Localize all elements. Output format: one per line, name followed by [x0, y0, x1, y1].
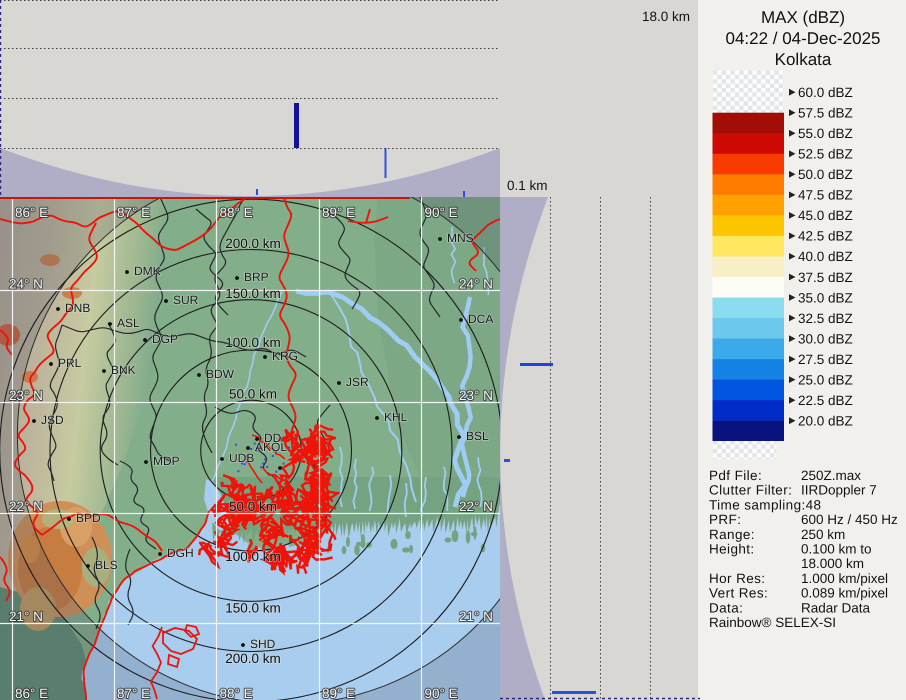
svg-text:Vert Res:: Vert Res:: [709, 586, 768, 601]
svg-text:23° N: 23° N: [459, 388, 493, 403]
svg-text:18.0 km: 18.0 km: [642, 9, 690, 24]
svg-text:SHD: SHD: [250, 637, 276, 651]
svg-text:DNB: DNB: [65, 301, 90, 315]
svg-text:88° E: 88° E: [220, 205, 253, 220]
svg-text:22.5 dBZ: 22.5 dBZ: [798, 393, 853, 408]
svg-text:47.5 dBZ: 47.5 dBZ: [798, 188, 853, 203]
svg-text:24° N: 24° N: [459, 277, 493, 292]
svg-text:PRF:: PRF:: [709, 512, 741, 527]
svg-text:89° E: 89° E: [322, 686, 355, 700]
svg-text:04:22 / 04-Dec-2025: 04:22 / 04-Dec-2025: [726, 29, 881, 48]
svg-text:88° E: 88° E: [220, 686, 253, 700]
svg-text:86° E: 86° E: [15, 686, 48, 700]
svg-text:24° N: 24° N: [9, 277, 43, 292]
svg-text:60.0 dBZ: 60.0 dBZ: [798, 85, 853, 100]
svg-text:Radar Data: Radar Data: [801, 600, 871, 615]
svg-text:ASL: ASL: [117, 316, 140, 330]
svg-text:100.0 km: 100.0 km: [225, 549, 281, 564]
svg-text:22° N: 22° N: [459, 499, 493, 514]
svg-text:45.0 dBZ: 45.0 dBZ: [798, 208, 853, 223]
svg-text:100.0 km: 100.0 km: [225, 335, 281, 350]
svg-text:600 Hz / 450 Hz: 600 Hz / 450 Hz: [801, 512, 898, 527]
svg-text:20.0 dBZ: 20.0 dBZ: [798, 414, 853, 429]
svg-text:KHL: KHL: [384, 410, 408, 424]
svg-text:200.0 km: 200.0 km: [225, 651, 281, 666]
svg-text:23° N: 23° N: [9, 388, 43, 403]
svg-text:90° E: 90° E: [425, 205, 458, 220]
svg-text:BLS: BLS: [95, 558, 118, 572]
svg-text:21° N: 21° N: [459, 609, 493, 624]
svg-text:PRL: PRL: [58, 356, 82, 370]
svg-text:Time sampling:48: Time sampling:48: [709, 497, 821, 512]
svg-text:0.089 km/pixel: 0.089 km/pixel: [801, 586, 888, 601]
svg-text:Rainbow® SELEX-SI: Rainbow® SELEX-SI: [709, 615, 836, 630]
svg-text:52.5 dBZ: 52.5 dBZ: [798, 147, 853, 162]
svg-text:KRG: KRG: [272, 349, 298, 363]
svg-text:87° E: 87° E: [117, 686, 150, 700]
svg-text:200.0 km: 200.0 km: [225, 236, 281, 251]
svg-text:18.000 km: 18.000 km: [801, 556, 864, 571]
svg-text:250Z.max: 250Z.max: [801, 468, 861, 483]
svg-text:Data:: Data:: [709, 600, 743, 615]
svg-text:90° E: 90° E: [425, 686, 458, 700]
svg-text:Height:: Height:: [709, 542, 755, 557]
svg-text:37.5 dBZ: 37.5 dBZ: [798, 270, 853, 285]
svg-text:150.0 km: 150.0 km: [225, 286, 281, 301]
svg-text:Hor Res:: Hor Res:: [709, 571, 765, 586]
svg-text:DCA: DCA: [468, 312, 493, 326]
svg-text:DMK: DMK: [134, 264, 161, 278]
svg-text:55.0 dBZ: 55.0 dBZ: [798, 126, 853, 141]
svg-text:BSL: BSL: [466, 429, 489, 443]
svg-text:MNS: MNS: [447, 231, 474, 245]
svg-text:30.0 dBZ: 30.0 dBZ: [798, 331, 853, 346]
svg-text:IIRDoppler 7: IIRDoppler 7: [801, 483, 877, 498]
svg-text:250 km: 250 km: [801, 527, 845, 542]
svg-text:87° E: 87° E: [117, 205, 150, 220]
svg-text:50.0 km: 50.0 km: [229, 387, 277, 402]
svg-text:25.0 dBZ: 25.0 dBZ: [798, 372, 853, 387]
svg-text:0.1 km: 0.1 km: [507, 178, 548, 193]
svg-text:Clutter Filter:: Clutter Filter:: [709, 483, 792, 498]
svg-text:JSD: JSD: [41, 413, 64, 427]
svg-text:42.5 dBZ: 42.5 dBZ: [798, 229, 853, 244]
svg-text:57.5 dBZ: 57.5 dBZ: [798, 106, 853, 121]
svg-text:1.000 km/pixel: 1.000 km/pixel: [801, 571, 888, 586]
svg-text:50.0 dBZ: 50.0 dBZ: [798, 167, 853, 182]
svg-text:AKOL: AKOL: [255, 440, 287, 454]
svg-text:50.0 km: 50.0 km: [229, 499, 277, 514]
svg-text:BDW: BDW: [206, 367, 235, 381]
svg-text:0.100 km to: 0.100 km to: [801, 542, 872, 557]
svg-text:40.0 dBZ: 40.0 dBZ: [798, 249, 853, 264]
svg-text:150.0 km: 150.0 km: [225, 601, 281, 616]
svg-text:22° N: 22° N: [9, 499, 43, 514]
svg-text:Kolkata: Kolkata: [775, 50, 832, 69]
svg-text:35.0 dBZ: 35.0 dBZ: [798, 290, 853, 305]
svg-text:86° E: 86° E: [15, 205, 48, 220]
svg-text:Range:: Range:: [709, 527, 755, 542]
svg-text:21° N: 21° N: [9, 609, 43, 624]
svg-text:BRP: BRP: [244, 270, 269, 284]
svg-text:Pdf File:: Pdf File:: [709, 468, 762, 483]
svg-text:27.5 dBZ: 27.5 dBZ: [798, 352, 853, 367]
svg-text:UDB: UDB: [229, 451, 254, 465]
svg-text:BNK: BNK: [111, 363, 136, 377]
svg-text:MDP: MDP: [153, 454, 180, 468]
svg-text:89° E: 89° E: [322, 205, 355, 220]
svg-text:JSR: JSR: [346, 375, 369, 389]
svg-text:DGP: DGP: [152, 332, 178, 346]
svg-text:BPD: BPD: [76, 511, 101, 525]
svg-text:SUR: SUR: [173, 293, 199, 307]
svg-text:MAX (dBZ): MAX (dBZ): [761, 8, 845, 27]
svg-text:32.5 dBZ: 32.5 dBZ: [798, 311, 853, 326]
svg-text:DGH: DGH: [167, 546, 194, 560]
